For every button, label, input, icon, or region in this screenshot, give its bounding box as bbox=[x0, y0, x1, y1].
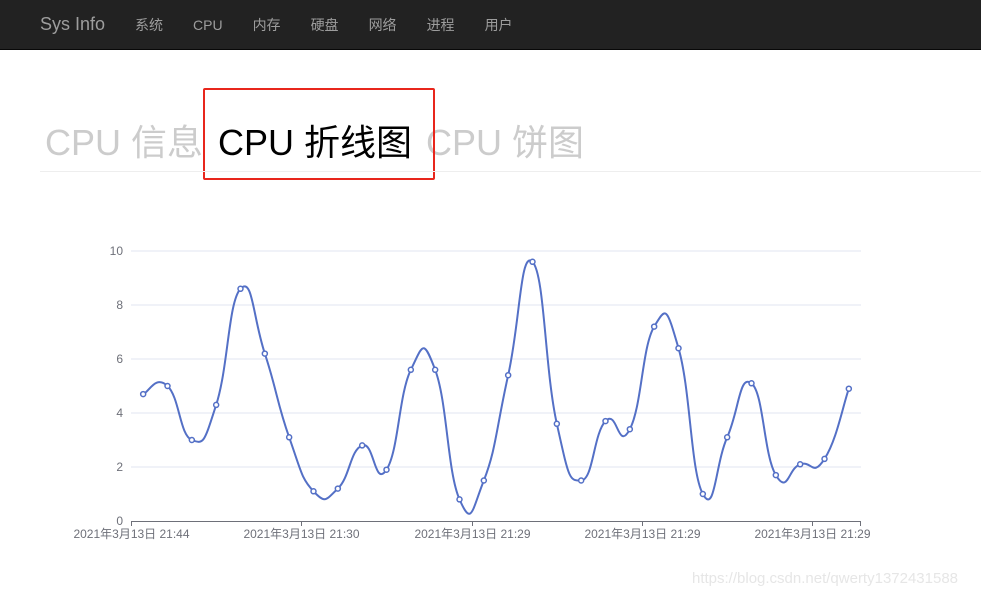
data-point bbox=[164, 382, 171, 390]
x-tick-label: 2021年3月13日 21:29 bbox=[754, 527, 870, 541]
data-point bbox=[212, 401, 220, 409]
data-point bbox=[358, 442, 366, 449]
data-point bbox=[796, 461, 804, 468]
x-tick-label: 2021年3月13日 21:30 bbox=[243, 527, 359, 541]
data-point bbox=[261, 350, 269, 357]
data-point bbox=[675, 344, 682, 352]
data-point bbox=[748, 380, 755, 387]
data-point bbox=[626, 425, 634, 433]
data-point bbox=[602, 417, 609, 425]
x-tick-label: 2021年3月13日 21:29 bbox=[584, 527, 700, 541]
data-point bbox=[821, 455, 828, 463]
data-point bbox=[285, 434, 293, 441]
y-tick-label: 4 bbox=[116, 406, 123, 420]
data-point bbox=[237, 285, 244, 293]
data-point bbox=[407, 366, 415, 374]
data-point bbox=[456, 496, 463, 503]
x-tick-label: 2021年3月13日 21:29 bbox=[414, 527, 530, 541]
data-point bbox=[431, 366, 439, 374]
data-point bbox=[310, 488, 317, 495]
y-tick-label: 10 bbox=[110, 244, 124, 258]
data-point bbox=[772, 471, 780, 479]
data-point bbox=[480, 477, 488, 484]
data-point bbox=[553, 420, 561, 428]
data-point bbox=[334, 485, 342, 492]
y-tick-label: 0 bbox=[116, 514, 123, 528]
data-point bbox=[383, 466, 390, 473]
data-point bbox=[650, 323, 658, 330]
cpu-line-chart: 0 2 4 6 8 10 2021年3月13日 21:44 2021年3月13日 21:30 2… bbox=[73, 244, 870, 541]
y-tick-label: 2 bbox=[116, 460, 123, 474]
data-point bbox=[188, 436, 196, 444]
data-point bbox=[699, 490, 707, 498]
series-line bbox=[142, 259, 850, 515]
y-tick-label: 8 bbox=[116, 298, 123, 312]
data-point bbox=[723, 434, 731, 441]
data-point bbox=[577, 477, 585, 484]
data-point bbox=[845, 385, 853, 392]
data-point bbox=[139, 390, 147, 398]
data-point bbox=[529, 258, 536, 266]
watermark: https://blog.csdn.net/qwerty1372431588 bbox=[692, 570, 959, 587]
x-tick-label: 2021年3月13日 21:44 bbox=[73, 527, 189, 541]
y-tick-label: 6 bbox=[116, 352, 123, 366]
data-point bbox=[504, 371, 512, 379]
